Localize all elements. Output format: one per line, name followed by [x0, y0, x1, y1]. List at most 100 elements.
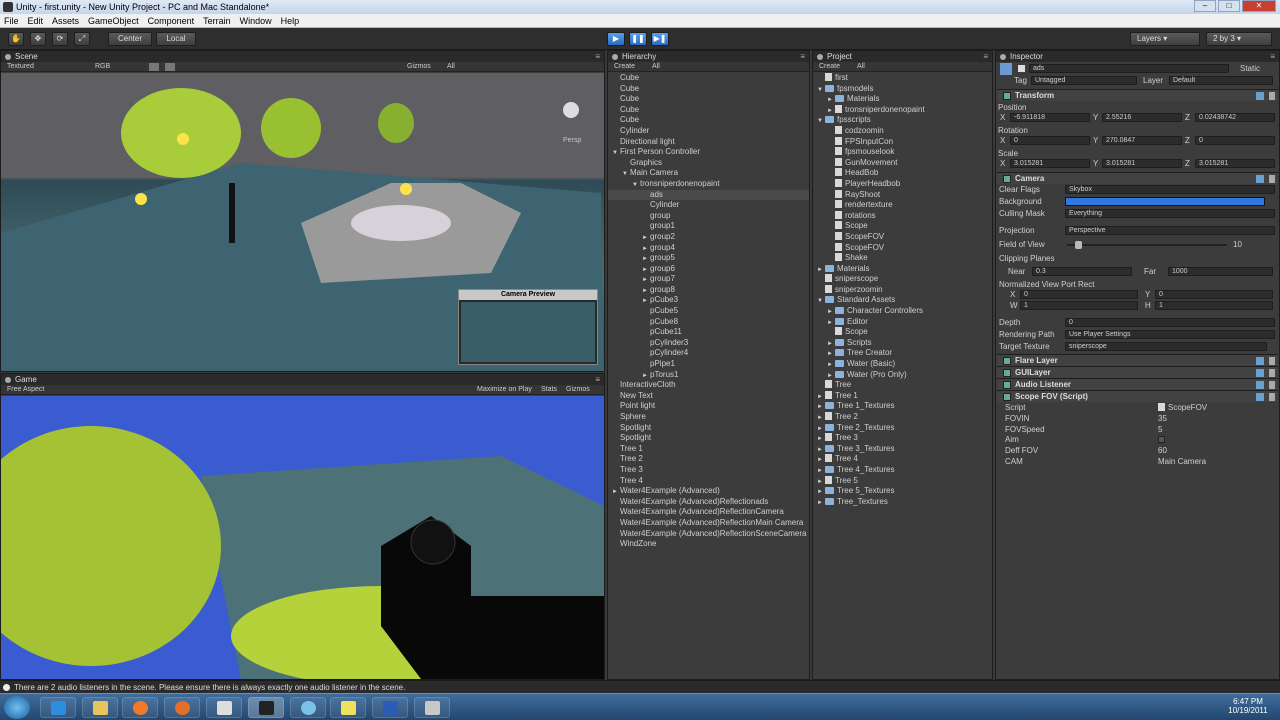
- scene-viewport[interactable]: Persp Camera Preview: [1, 73, 604, 371]
- start-button-icon[interactable]: [4, 696, 30, 719]
- expand-arrow-icon[interactable]: ▼: [622, 169, 630, 180]
- fovspeed-field[interactable]: 5: [1158, 425, 1162, 434]
- component-gear-icon[interactable]: [1269, 393, 1275, 401]
- active-checkbox[interactable]: [1018, 65, 1025, 72]
- minimize-button[interactable]: –: [1194, 0, 1216, 12]
- project-item[interactable]: ► Tree 4: [813, 454, 992, 465]
- scope-fov-component-header[interactable]: Scope FOV (Script): [997, 390, 1278, 402]
- lighting-toggle-icon[interactable]: [149, 63, 159, 71]
- rotation-y-field[interactable]: 270.0847: [1102, 136, 1182, 145]
- help-icon[interactable]: [1256, 175, 1264, 183]
- hierarchy-item[interactable]: Spotlight: [608, 423, 809, 434]
- project-create-dropdown[interactable]: Create: [819, 63, 840, 70]
- script-field[interactable]: ScopeFOV: [1158, 403, 1207, 412]
- deff-fov-field[interactable]: 60: [1158, 446, 1167, 455]
- maximize-button[interactable]: □: [1218, 0, 1240, 12]
- help-icon[interactable]: [1256, 357, 1264, 365]
- project-item[interactable]: HeadBob: [813, 168, 992, 179]
- position-x-field[interactable]: -6.911818: [1010, 113, 1090, 122]
- project-item[interactable]: rotations: [813, 210, 992, 222]
- hierarchy-item[interactable]: pCube5: [608, 306, 809, 317]
- panel-menu-icon[interactable]: ≡: [595, 374, 600, 385]
- near-field[interactable]: 0.3: [1032, 267, 1132, 276]
- hierarchy-search-input[interactable]: All: [652, 62, 660, 72]
- menu-item-assets[interactable]: Assets: [52, 16, 79, 26]
- audio-listener-component-header[interactable]: Audio Listener: [997, 378, 1278, 390]
- project-item[interactable]: PlayerHeadbob: [813, 178, 992, 190]
- hierarchy-item[interactable]: ► group5: [608, 253, 809, 264]
- help-icon[interactable]: [1256, 381, 1264, 389]
- menu-item-terrain[interactable]: Terrain: [203, 16, 231, 26]
- project-item[interactable]: ► Tree 4_Textures: [813, 465, 992, 476]
- tag-dropdown[interactable]: Untagged: [1031, 76, 1137, 85]
- project-item[interactable]: ► Tree 5_Textures: [813, 486, 992, 497]
- transform-component-header[interactable]: Transform: [997, 89, 1278, 101]
- fovin-field[interactable]: 35: [1158, 414, 1167, 423]
- project-item[interactable]: ScopeFOV: [813, 231, 992, 243]
- project-item[interactable]: Shake: [813, 253, 992, 264]
- viewport-h-field[interactable]: 1: [1155, 301, 1273, 310]
- rotate-tool-button[interactable]: ⟳: [52, 32, 68, 46]
- rotation-z-field[interactable]: 0: [1195, 136, 1275, 145]
- taskbar-unity-button[interactable]: [248, 697, 284, 718]
- taskbar-firefox-button[interactable]: [164, 697, 200, 718]
- project-item[interactable]: Tree: [813, 380, 992, 391]
- taskbar-media-button[interactable]: [122, 697, 158, 718]
- hierarchy-tab[interactable]: Hierarchy ≡: [608, 51, 809, 62]
- scale-z-field[interactable]: 3.015281: [1195, 159, 1275, 168]
- menu-item-help[interactable]: Help: [281, 16, 300, 26]
- hierarchy-item[interactable]: ► group7: [608, 274, 809, 285]
- pivot-center-button[interactable]: Center: [108, 32, 152, 46]
- camera-component-header[interactable]: Camera: [997, 172, 1278, 184]
- clear-flags-dropdown[interactable]: Skybox: [1065, 185, 1275, 194]
- hierarchy-item[interactable]: InteractiveCloth: [608, 380, 809, 391]
- fov-slider-thumb[interactable]: [1075, 241, 1082, 249]
- project-item[interactable]: ► Tree 2: [813, 412, 992, 423]
- scale-tool-button[interactable]: ⤢: [74, 32, 90, 46]
- panel-menu-icon[interactable]: ≡: [1270, 51, 1275, 62]
- fov-value[interactable]: 10: [1233, 240, 1242, 249]
- expand-arrow-icon[interactable]: ▼: [612, 148, 620, 159]
- game-tab[interactable]: Game ≡: [1, 374, 604, 385]
- project-item[interactable]: sniperzoomin: [813, 284, 992, 296]
- panel-menu-icon[interactable]: ≡: [983, 51, 988, 62]
- project-item[interactable]: ► Editor: [813, 317, 992, 328]
- project-item[interactable]: ► Tree 5: [813, 475, 992, 487]
- hierarchy-item[interactable]: pPipe1: [608, 359, 809, 370]
- hierarchy-item[interactable]: ► pCube3: [608, 295, 809, 306]
- aspect-dropdown[interactable]: Free Aspect: [7, 386, 44, 393]
- game-gizmos-toggle[interactable]: Gizmos: [566, 385, 590, 395]
- hierarchy-item[interactable]: Water4Example (Advanced)ReflectionSceneC…: [608, 529, 809, 540]
- scene-tab[interactable]: Scene ≡: [1, 51, 604, 62]
- layer-dropdown[interactable]: Default: [1169, 76, 1273, 85]
- inspector-tab[interactable]: Inspector ≡: [996, 51, 1279, 62]
- far-field[interactable]: 1000: [1168, 267, 1273, 276]
- hierarchy-item[interactable]: New Text: [608, 391, 809, 402]
- hierarchy-item[interactable]: pCylinder3: [608, 338, 809, 349]
- viewport-y-field[interactable]: 0: [1155, 290, 1273, 299]
- position-y-field[interactable]: 2.55216: [1102, 113, 1182, 122]
- help-icon[interactable]: [1256, 393, 1264, 401]
- hierarchy-item[interactable]: group1: [608, 221, 809, 232]
- hierarchy-item[interactable]: Cube: [608, 73, 809, 84]
- expand-arrow-icon[interactable]: ▼: [817, 296, 825, 307]
- project-item[interactable]: ► Tree 3: [813, 433, 992, 444]
- menu-item-edit[interactable]: Edit: [28, 16, 44, 26]
- project-item[interactable]: GunMovement: [813, 157, 992, 169]
- project-item[interactable]: ▼ fpsscripts: [813, 115, 992, 126]
- project-item[interactable]: ▼ Standard Assets: [813, 295, 992, 306]
- move-tool-button[interactable]: ✥: [30, 32, 46, 46]
- taskbar-ie-button[interactable]: [40, 697, 76, 718]
- render-mode-dropdown[interactable]: Textured: [7, 63, 34, 70]
- target-texture-field[interactable]: sniperscope: [1065, 342, 1267, 351]
- project-item[interactable]: ► Tree Creator: [813, 348, 992, 359]
- project-item[interactable]: ► Materials: [813, 264, 992, 275]
- scale-x-field[interactable]: 3.015281: [1010, 159, 1090, 168]
- status-bar[interactable]: There are 2 audio listeners in the scene…: [0, 680, 1280, 693]
- component-gear-icon[interactable]: [1269, 381, 1275, 389]
- menu-item-gameobject[interactable]: GameObject: [88, 16, 139, 26]
- hierarchy-item[interactable]: Graphics: [608, 158, 809, 169]
- project-item[interactable]: ► Tree 1_Textures: [813, 401, 992, 412]
- hierarchy-item[interactable]: pCube8: [608, 317, 809, 328]
- layout-dropdown[interactable]: 2 by 3 ▾: [1206, 32, 1272, 46]
